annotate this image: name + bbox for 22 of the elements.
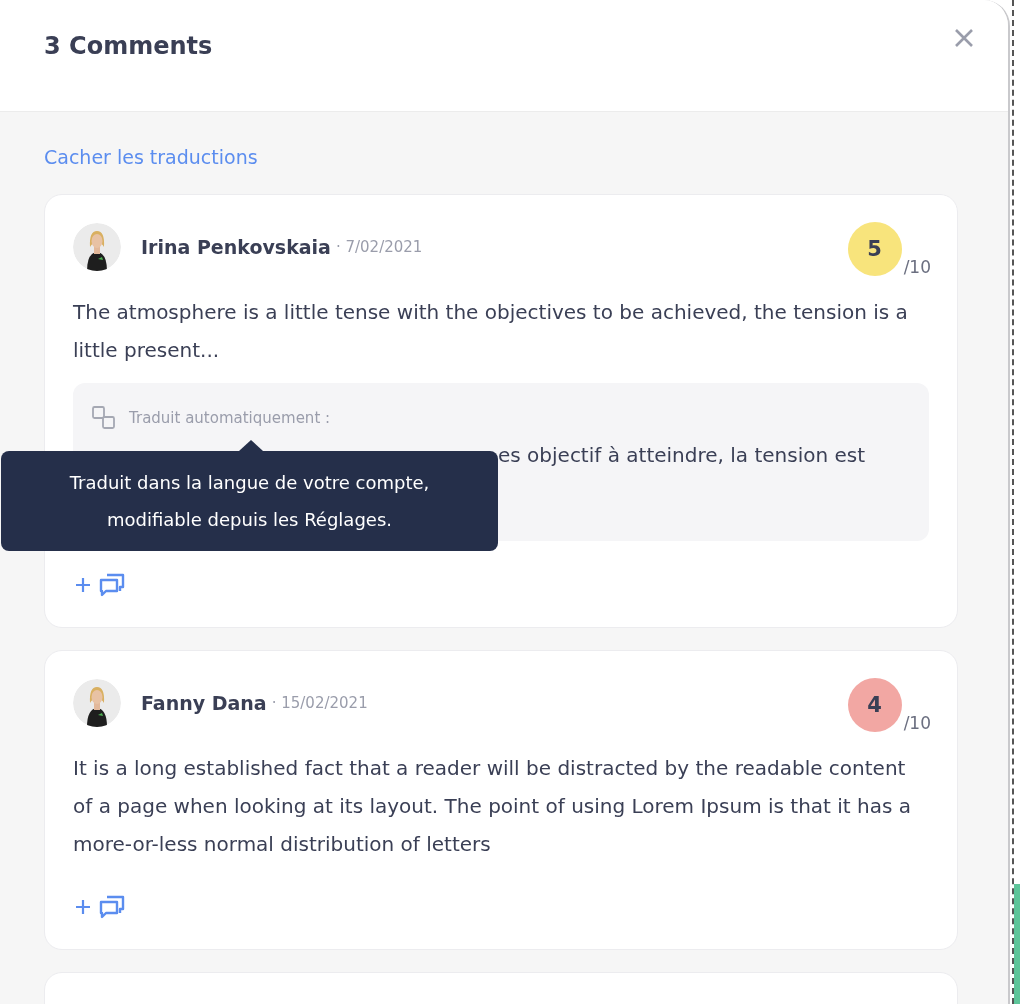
add-reply-button[interactable] [73,893,127,921]
score-max: /10 [903,713,931,733]
plus-icon [73,575,93,595]
author-name: Irina Penkovskaia [141,236,331,258]
panel-title: 3 Comments [44,32,214,60]
plus-icon [73,897,93,917]
chat-icon [97,571,127,599]
comment-text: It is a long established fact that a reader will be distracted by the readable content of a page when looking at its layout. The point of using Lorem Ipsum is that it has a more-or-less normal distribution of letters [73,755,913,858]
add-reply-button[interactable] [73,571,127,599]
author-name: Fanny Dana [141,692,267,714]
score-badge: 4 [847,678,902,732]
score-max: /10 [903,257,931,277]
tooltip: Traduit dans la langue de votre compte, modifiable depuis les Réglages. [1,440,498,551]
score-badge: 5 [847,222,902,276]
chat-icon [97,893,127,921]
translate-icon [91,405,117,431]
translation-text: es objectif à atteindre, la tension est [498,442,867,469]
comment-date: · 15/02/2021 [271,694,368,712]
translation-label: Traduit automatiquement : [129,409,331,427]
comment-text: The atmosphere is a little tense with the objectives to be achieved, the tension is a little present... [73,299,909,364]
comment-date: · 7/02/2021 [335,238,423,256]
hide-translations-link[interactable]: Cacher les traductions [44,146,258,168]
